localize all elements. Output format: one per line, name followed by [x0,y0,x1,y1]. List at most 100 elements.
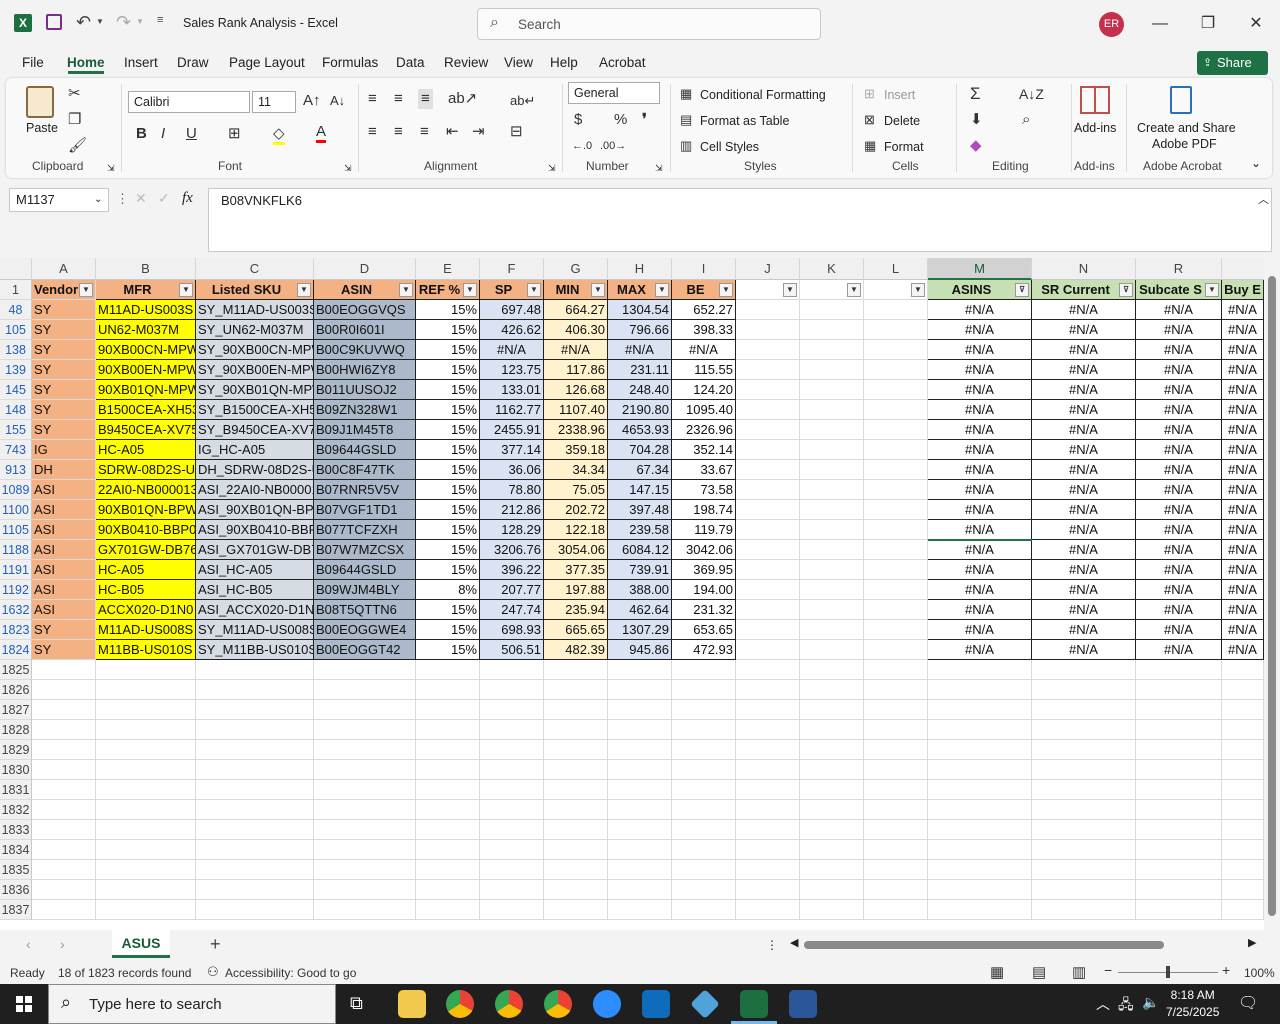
empty-cell[interactable] [800,760,864,780]
empty-cell[interactable] [1136,900,1222,920]
table-cell[interactable]: 6084.12 [608,540,672,560]
table-cell[interactable]: #N/A [1136,420,1222,440]
decrease-font-icon[interactable]: A↓ [330,93,345,109]
empty-cell[interactable] [1222,720,1264,740]
table-cell[interactable]: 1307.29 [608,620,672,640]
row-header-1836[interactable]: 1836 [0,880,32,900]
empty-cell[interactable] [1032,840,1136,860]
filter-dropdown-icon[interactable]: ⊽ [1015,283,1029,297]
empty-cell[interactable] [96,840,196,860]
empty-cell[interactable] [196,680,314,700]
merge-center-icon[interactable]: ⊟ [510,124,523,140]
number-format-combo[interactable]: General [568,82,660,104]
empty-cell[interactable] [32,700,96,720]
table-cell[interactable]: B07W7MZCSX [314,540,416,560]
table-cell[interactable]: B00R0I601I [314,320,416,340]
empty-cell[interactable] [314,700,416,720]
empty-cell[interactable] [608,800,672,820]
empty-cell[interactable] [800,720,864,740]
table-cell[interactable] [864,300,928,320]
empty-cell[interactable] [928,740,1032,760]
table-cell[interactable] [800,340,864,360]
table-cell[interactable]: #N/A [1032,620,1136,640]
empty-cell[interactable] [96,860,196,880]
table-cell[interactable] [800,500,864,520]
table-cell[interactable]: 8% [416,580,480,600]
share-button[interactable]: ⇪ Share [1197,51,1268,75]
table-cell[interactable]: 15% [416,500,480,520]
page-break-view-icon[interactable]: ▥ [1072,963,1086,981]
filter-dropdown-icon[interactable]: ▼ [179,283,193,297]
table-cell[interactable]: 369.95 [672,560,736,580]
underline-icon[interactable]: U [186,126,197,142]
empty-cell[interactable] [1136,800,1222,820]
table-cell[interactable]: 73.58 [672,480,736,500]
empty-cell[interactable] [1136,720,1222,740]
empty-cell[interactable] [928,780,1032,800]
empty-cell[interactable] [416,680,480,700]
empty-cell[interactable] [1136,760,1222,780]
row-header-138[interactable]: 138 [0,340,32,360]
table-cell[interactable] [864,560,928,580]
filter-dropdown-icon[interactable]: ▼ [527,283,541,297]
empty-cell[interactable] [196,740,314,760]
empty-cell[interactable] [416,740,480,760]
prev-sheet-icon[interactable]: ‹ [26,936,31,952]
empty-cell[interactable] [1136,740,1222,760]
table-cell[interactable]: 15% [416,640,480,660]
worksheet-grid[interactable]: ABCDEFGHIJKLMNR 1 Vendor ▼ MFR ▼ Listed SKU ▼ A… [0,258,1264,930]
empty-cell[interactable] [736,760,800,780]
header-sr-current[interactable]: SR Current ⊽ [1032,280,1136,300]
chrome-icon[interactable] [446,990,474,1018]
table-cell[interactable]: HC-A05 [96,440,196,460]
filter-dropdown-icon[interactable]: ▼ [79,283,93,297]
table-cell[interactable]: #N/A [928,520,1032,540]
tab-page-layout[interactable]: Page Layout [229,55,305,70]
row-header-1831[interactable]: 1831 [0,780,32,800]
empty-cell[interactable] [196,700,314,720]
table-cell[interactable]: B00EOGGT42 [314,640,416,660]
table-cell[interactable]: 115.55 [672,360,736,380]
table-cell[interactable] [736,620,800,640]
empty-cell[interactable] [32,660,96,680]
create-pdf-icon[interactable] [1170,86,1192,114]
accessibility-icon[interactable]: ⚇ [207,964,219,980]
table-cell[interactable]: 22AI0-NB000013 [96,480,196,500]
format-painter-icon[interactable]: 🖌 [68,138,87,154]
column-header-b[interactable]: B [96,258,196,280]
excel-taskbar-icon[interactable] [740,990,768,1018]
empty-cell[interactable] [1032,680,1136,700]
table-cell[interactable] [736,520,800,540]
empty-cell[interactable] [672,840,736,860]
row-header-139[interactable]: 139 [0,360,32,380]
row-header-48[interactable]: 48 [0,300,32,320]
sort-filter-icon[interactable]: A↓Z [1019,86,1044,102]
empty-cell[interactable] [196,860,314,880]
table-cell[interactable]: 15% [416,540,480,560]
align-top-icon[interactable]: ≡ [368,91,377,107]
table-cell[interactable]: HC-B05 [96,580,196,600]
table-cell[interactable]: ASI [32,580,96,600]
autosum-icon[interactable]: Σ [970,85,981,102]
table-cell[interactable]: #N/A [928,580,1032,600]
find-select-icon[interactable]: ⌕ [1022,112,1030,128]
empty-cell[interactable] [416,660,480,680]
table-cell[interactable]: 231.11 [608,360,672,380]
table-cell[interactable]: #N/A [1136,440,1222,460]
empty-cell[interactable] [864,860,928,880]
empty-cell[interactable] [736,700,800,720]
table-cell[interactable]: 90XB00CN-MPW [96,340,196,360]
table-cell[interactable]: ASI_22AI0-NB000013 [196,480,314,500]
table-cell[interactable]: 1095.40 [672,400,736,420]
row-header-1837[interactable]: 1837 [0,900,32,920]
filter-dropdown-icon[interactable]: ▼ [1205,283,1219,297]
taskbar-search[interactable]: ⌕ Type here to search [48,984,336,1024]
table-cell[interactable]: 664.27 [544,300,608,320]
empty-cell[interactable] [1032,720,1136,740]
table-cell[interactable]: #N/A [928,420,1032,440]
empty-cell[interactable] [1032,760,1136,780]
table-cell[interactable]: 15% [416,440,480,460]
table-cell[interactable]: 235.94 [544,600,608,620]
table-cell[interactable]: ASI_90XB01QN-BPW [196,500,314,520]
table-cell[interactable]: 652.27 [672,300,736,320]
